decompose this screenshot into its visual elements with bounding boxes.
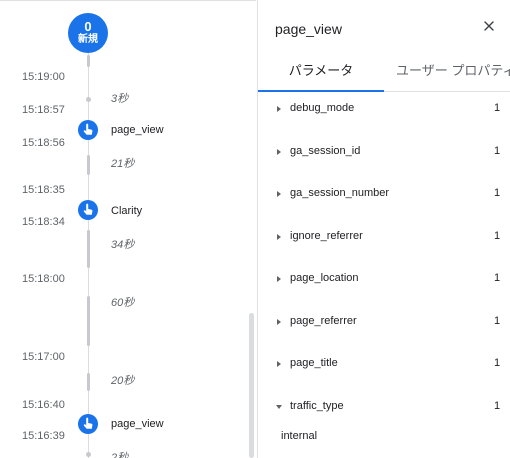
param-name: debug_mode (290, 102, 355, 114)
param-row-debug-mode[interactable]: debug_mode 1 (258, 92, 510, 135)
timeline-segment (87, 155, 90, 175)
timeline-dot (86, 452, 91, 457)
new-events-counter[interactable]: 0 新規 (68, 13, 108, 53)
duration-label: 34秒 (111, 239, 135, 251)
param-row-ga-session-number[interactable]: ga_session_number 1 (258, 177, 510, 220)
hand-pointer-icon[interactable] (78, 120, 98, 140)
param-row-ignore-referrer[interactable]: ignore_referrer 1 (258, 220, 510, 263)
timeline-segment (87, 373, 90, 391)
chevron-down-icon (276, 404, 282, 409)
param-row-page-title[interactable]: page_title 1 (258, 347, 510, 390)
chevron-right-icon (277, 191, 281, 197)
param-count: 1 (494, 272, 501, 284)
event-detail-panel: page_view パラメータ ユーザー プロパティ debug_mode 1 … (257, 0, 510, 458)
timestamp: 15:18:56 (22, 137, 65, 149)
timestamp: 15:18:35 (22, 184, 65, 196)
scrollbar-thumb[interactable] (249, 313, 254, 458)
param-count: 1 (494, 399, 501, 412)
timeline-panel: 0 新規 15:19:00 15:18:57 15:18:56 15:18:35… (0, 0, 256, 458)
param-name: page_location (290, 272, 359, 284)
chevron-right-icon (277, 148, 281, 155)
chevron-right-icon (277, 106, 281, 112)
timestamp: 15:17:00 (22, 351, 65, 363)
duration-label: 60秒 (111, 297, 135, 309)
timestamp: 15:19:00 (22, 71, 65, 83)
param-name: traffic_type (290, 399, 344, 412)
duration-label: 20秒 (111, 375, 135, 387)
top-divider (0, 0, 256, 4)
timestamp: 15:16:40 (22, 399, 65, 411)
chevron-right-icon (277, 276, 281, 282)
tab-bar: パラメータ ユーザー プロパティ (258, 52, 510, 92)
tab-user-properties[interactable]: ユーザー プロパティ (396, 52, 510, 92)
timestamp: 15:18:00 (22, 273, 65, 285)
param-name: ga_session_id (290, 144, 361, 157)
duration-label: 3秒 (111, 93, 129, 105)
chevron-right-icon (277, 361, 281, 367)
timeline-dot (86, 97, 91, 102)
timeline-segment (87, 296, 90, 346)
tab-parameters[interactable]: パラメータ (258, 52, 384, 92)
param-name: page_referrer (290, 314, 357, 327)
parameter-list: debug_mode 1 ga_session_id 1 ga_session_… (258, 92, 510, 432)
duration-label: 21秒 (111, 158, 135, 170)
param-name: page_title (290, 357, 338, 369)
param-count: 1 (494, 102, 501, 114)
event-label[interactable]: page_view (111, 124, 164, 136)
param-value: internal (281, 430, 318, 442)
event-label[interactable]: Clarity (111, 205, 142, 217)
timestamp: 15:18:57 (22, 104, 65, 116)
panel-title: page_view (275, 21, 342, 37)
hand-pointer-icon[interactable] (78, 414, 98, 434)
param-count: 1 (494, 144, 501, 157)
counter-label: 新規 (78, 34, 98, 45)
timestamp: 15:16:39 (22, 430, 65, 442)
param-row-traffic-type[interactable]: traffic_type 1 (258, 390, 510, 433)
chevron-right-icon (277, 233, 281, 240)
param-count: 1 (494, 357, 501, 369)
timestamp: 15:18:34 (22, 216, 65, 228)
duration-label: 2秒 (111, 452, 129, 458)
param-name: ga_session_number (290, 187, 390, 199)
param-count: 1 (494, 187, 501, 199)
param-row-ga-session-id[interactable]: ga_session_id 1 (258, 135, 510, 178)
chevron-right-icon (277, 318, 281, 325)
param-row-page-referrer[interactable]: page_referrer 1 (258, 305, 510, 348)
close-icon[interactable] (478, 15, 500, 37)
event-label[interactable]: page_view (111, 418, 164, 430)
param-count: 1 (494, 229, 501, 242)
param-name: ignore_referrer (290, 229, 363, 242)
timeline-segment (87, 55, 90, 67)
counter-number: 0 (84, 19, 92, 34)
param-row-page-location[interactable]: page_location 1 (258, 262, 510, 305)
param-count: 1 (494, 314, 501, 327)
hand-pointer-icon[interactable] (78, 200, 98, 220)
timeline-segment (87, 230, 90, 268)
